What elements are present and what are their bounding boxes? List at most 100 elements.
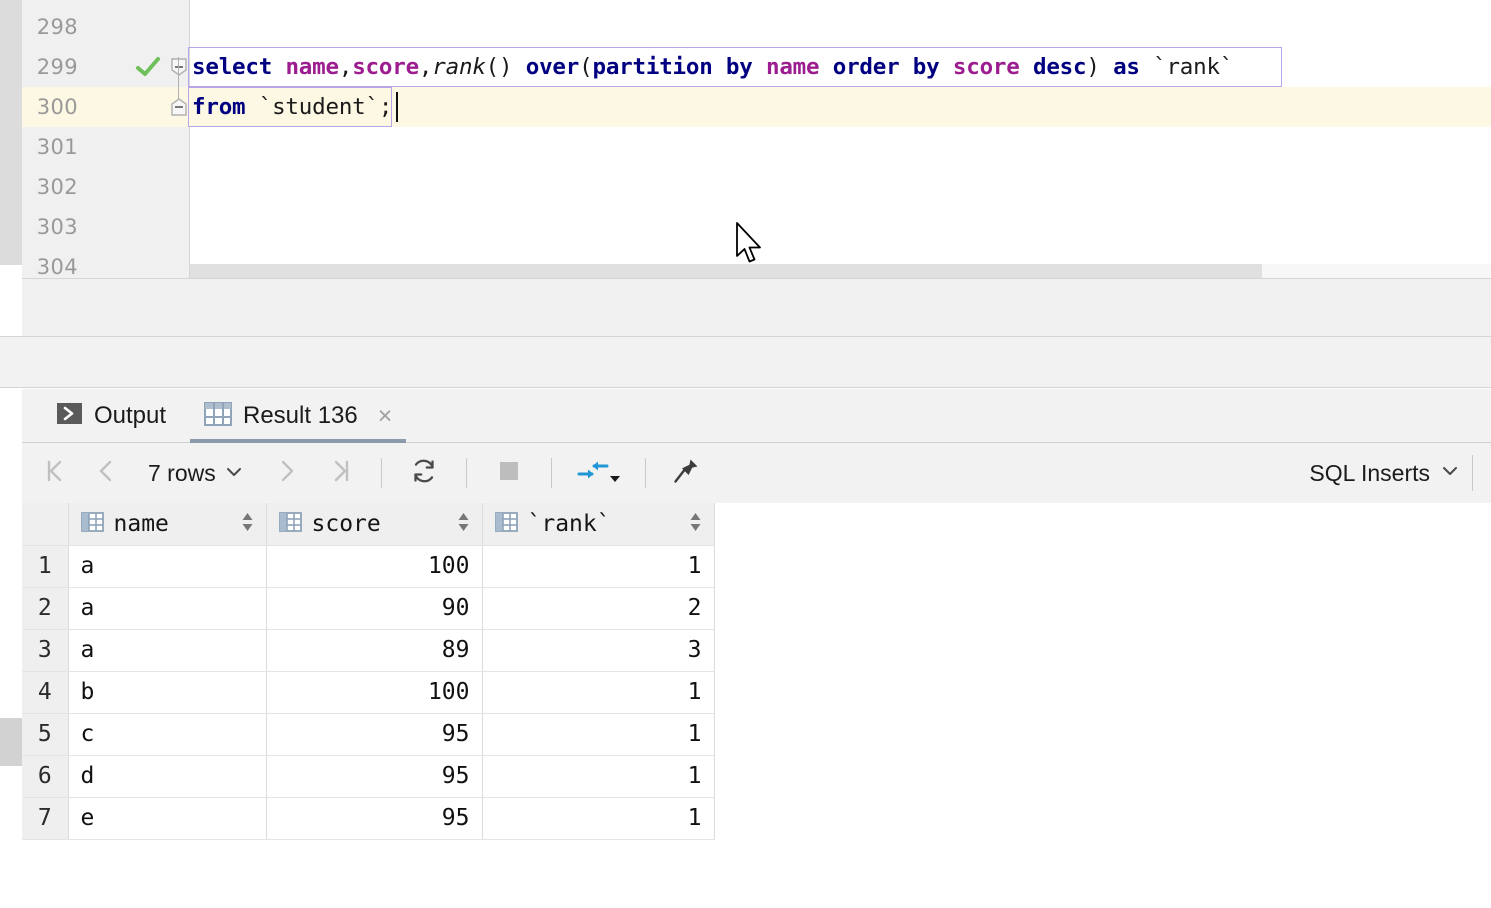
code-token: from: [192, 94, 245, 120]
results-tab-bar: Output Result 136 ×: [0, 389, 1491, 443]
table-column-icon: [279, 510, 302, 537]
code-line-300[interactable]: from `student`;: [192, 87, 392, 127]
table-cell-rank[interactable]: 1: [482, 797, 714, 839]
table-row[interactable]: 6d951: [22, 755, 714, 797]
line-number: 303: [37, 215, 78, 239]
table-row[interactable]: 7e951: [22, 797, 714, 839]
row-number-cell[interactable]: 7: [22, 797, 68, 839]
table-cell-score[interactable]: 100: [266, 545, 482, 587]
row-count-dropdown[interactable]: 7 rows: [140, 460, 251, 487]
sort-arrows-icon[interactable]: [673, 510, 704, 538]
column-header-score[interactable]: score: [266, 503, 482, 545]
row-number-cell[interactable]: 3: [22, 629, 68, 671]
gutter-line-299[interactable]: 299: [22, 47, 190, 87]
row-number-cell[interactable]: 4: [22, 671, 68, 713]
row-number-cell[interactable]: 1: [22, 545, 68, 587]
table-cell-name[interactable]: c: [68, 713, 266, 755]
fold-region-connector: [178, 57, 179, 99]
result-grid-panel: namescore`rank` 1a10012a9023a8934b10015c…: [0, 503, 1491, 908]
code-surface[interactable]: select name,score,rank() over(partition …: [190, 0, 1491, 283]
table-cell-score[interactable]: 89: [266, 629, 482, 671]
tab-output[interactable]: Output: [42, 389, 180, 443]
gutter-line-301[interactable]: 301: [22, 127, 190, 167]
close-icon[interactable]: ×: [378, 404, 393, 429]
column-header-name[interactable]: name: [68, 503, 266, 545]
transpose-view-button[interactable]: [570, 451, 627, 495]
sql-inserts-label: SQL Inserts: [1309, 460, 1430, 487]
tab-result-136[interactable]: Result 136 ×: [190, 389, 406, 443]
table-cell-score[interactable]: 100: [266, 671, 482, 713]
table-column-icon: [81, 510, 104, 537]
table-row[interactable]: 1a1001: [22, 545, 714, 587]
row-number-cell[interactable]: 5: [22, 713, 68, 755]
chevron-down-icon: [1440, 460, 1460, 487]
row-number-cell[interactable]: 2: [22, 587, 68, 629]
sort-arrows-icon[interactable]: [225, 510, 256, 538]
grid-vertical-scrollbar-track[interactable]: [0, 503, 22, 908]
chevron-down-small-icon[interactable]: [608, 471, 622, 489]
refresh-button[interactable]: [404, 451, 444, 495]
grid-vertical-scrollbar-thumb[interactable]: [0, 718, 22, 766]
go-to-first-page-button[interactable]: [36, 451, 76, 495]
table-cell-name[interactable]: a: [68, 545, 266, 587]
go-to-last-page-button[interactable]: [321, 451, 361, 495]
table-cell-score[interactable]: 95: [266, 713, 482, 755]
column-header-rank[interactable]: `rank`: [482, 503, 714, 545]
toolbar-separator-1: [381, 458, 382, 488]
table-cell-rank[interactable]: 3: [482, 629, 714, 671]
line-number: 304: [37, 255, 78, 279]
table-cell-rank[interactable]: 1: [482, 545, 714, 587]
table-row[interactable]: 4b1001: [22, 671, 714, 713]
table-cell-name[interactable]: b: [68, 671, 266, 713]
code-token: partition by: [592, 54, 752, 80]
table-cell-rank[interactable]: 1: [482, 713, 714, 755]
table-cell-name[interactable]: a: [68, 587, 266, 629]
pin-tab-button[interactable]: [666, 451, 706, 495]
table-cell-score[interactable]: 95: [266, 755, 482, 797]
table-row[interactable]: 5c951: [22, 713, 714, 755]
row-number-cell[interactable]: 6: [22, 755, 68, 797]
code-token: name: [285, 54, 338, 80]
sort-arrows-icon[interactable]: [441, 510, 472, 538]
sql-inserts-dropdown[interactable]: SQL Inserts: [1309, 460, 1472, 487]
editor-horizontal-scrollbar-thumb[interactable]: [190, 264, 1262, 278]
editor-bottom-strip: [22, 278, 1491, 336]
code-fold-minus-icon[interactable]: [170, 97, 188, 117]
table-cell-score[interactable]: 95: [266, 797, 482, 839]
gutter-line-300[interactable]: 300: [22, 87, 190, 127]
code-fold-minus-icon[interactable]: [170, 57, 188, 77]
go-to-next-page-button[interactable]: [267, 451, 307, 495]
table-cell-score[interactable]: 90: [266, 587, 482, 629]
line-number: 302: [37, 175, 78, 199]
editor-vertical-scrollbar-thumb[interactable]: [0, 0, 22, 265]
text-caret: [396, 92, 398, 122]
row-number-header: [22, 503, 68, 545]
line-number: 298: [37, 15, 78, 39]
panel-splitter[interactable]: [0, 336, 1491, 388]
code-folding-column: [168, 0, 190, 283]
toolbar-separator-3: [551, 458, 552, 488]
gutter-line-302[interactable]: 302: [22, 167, 190, 207]
table-cell-name[interactable]: e: [68, 797, 266, 839]
table-cell-rank[interactable]: 1: [482, 755, 714, 797]
gutter-line-303[interactable]: 303: [22, 207, 190, 247]
table-cell-rank[interactable]: 2: [482, 587, 714, 629]
table-cell-rank[interactable]: 1: [482, 671, 714, 713]
gutter-line-298[interactable]: 298: [22, 7, 190, 47]
stop-button[interactable]: [489, 451, 529, 495]
table-row[interactable]: 3a893: [22, 629, 714, 671]
table-cell-name[interactable]: a: [68, 629, 266, 671]
result-table-icon: [204, 401, 232, 432]
line-number: 300: [37, 95, 78, 119]
datagrip-sql-console: 298 299 300 301 302 303 304 select name,score,…: [0, 0, 1491, 908]
green-check-icon[interactable]: [134, 53, 162, 81]
code-token: (): [486, 54, 526, 80]
editor-horizontal-scrollbar-track[interactable]: [190, 264, 1491, 278]
tab-result-label: Result 136: [243, 402, 358, 430]
result-table[interactable]: namescore`rank` 1a10012a9023a8934b10015c…: [22, 503, 715, 840]
editor-vertical-scrollbar-track[interactable]: [0, 0, 22, 283]
table-row[interactable]: 2a902: [22, 587, 714, 629]
table-cell-name[interactable]: d: [68, 755, 266, 797]
go-to-previous-page-button[interactable]: [86, 451, 126, 495]
code-line-299[interactable]: select name,score,rank() over(partition …: [192, 47, 1233, 87]
